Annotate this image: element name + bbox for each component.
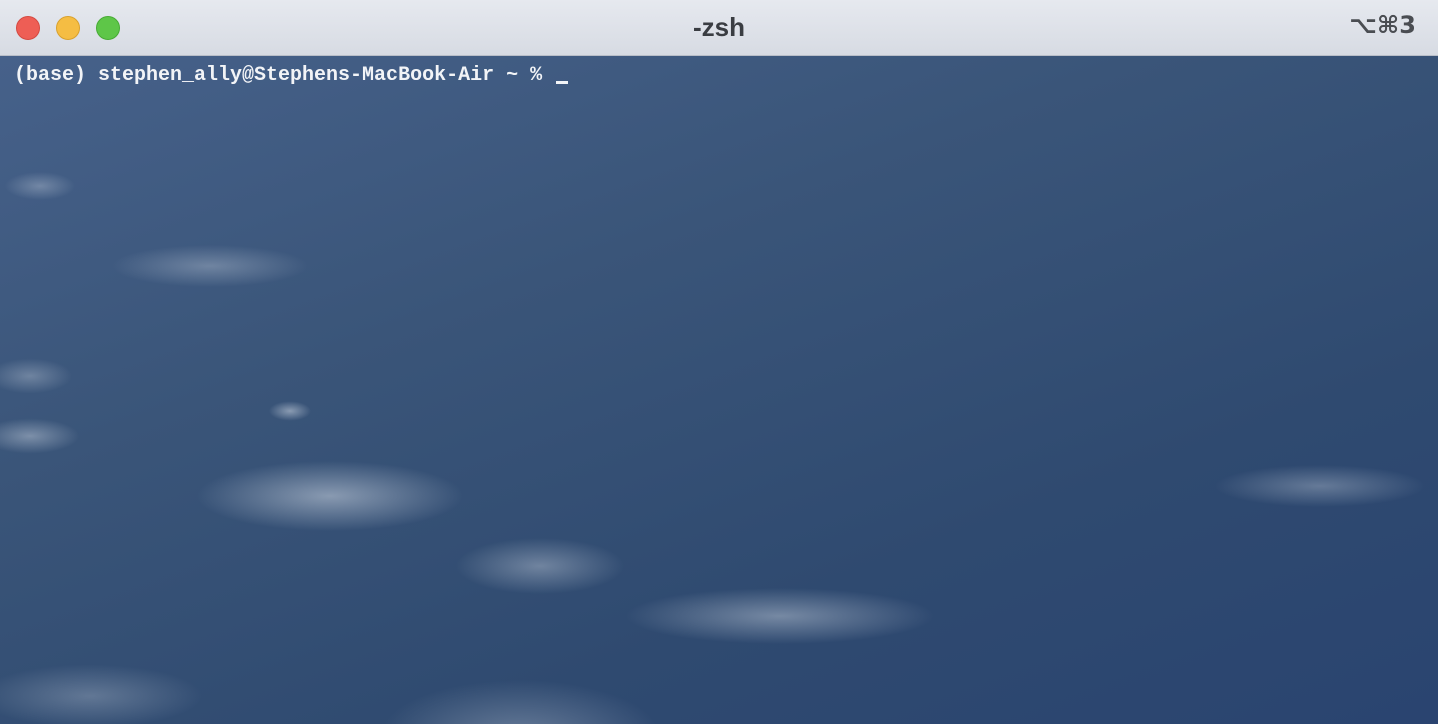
prompt-line: (base) stephen_ally@Stephens-MacBook-Air… [14,64,569,87]
window-title: -zsh [693,12,745,42]
terminal-area[interactable]: (base) stephen_ally@Stephens-MacBook-Air… [0,56,1438,724]
prompt-text: (base) stephen_ally@Stephens-MacBook-Air… [14,64,555,87]
window-shortcut: ⌥⌘3 [1349,11,1416,39]
text-cursor [556,81,569,84]
terminal-window: -zsh ⌥⌘3 (base) stephen_ally@Stephens-Ma… [0,0,1438,724]
title-bar[interactable]: -zsh ⌥⌘3 [0,0,1438,56]
